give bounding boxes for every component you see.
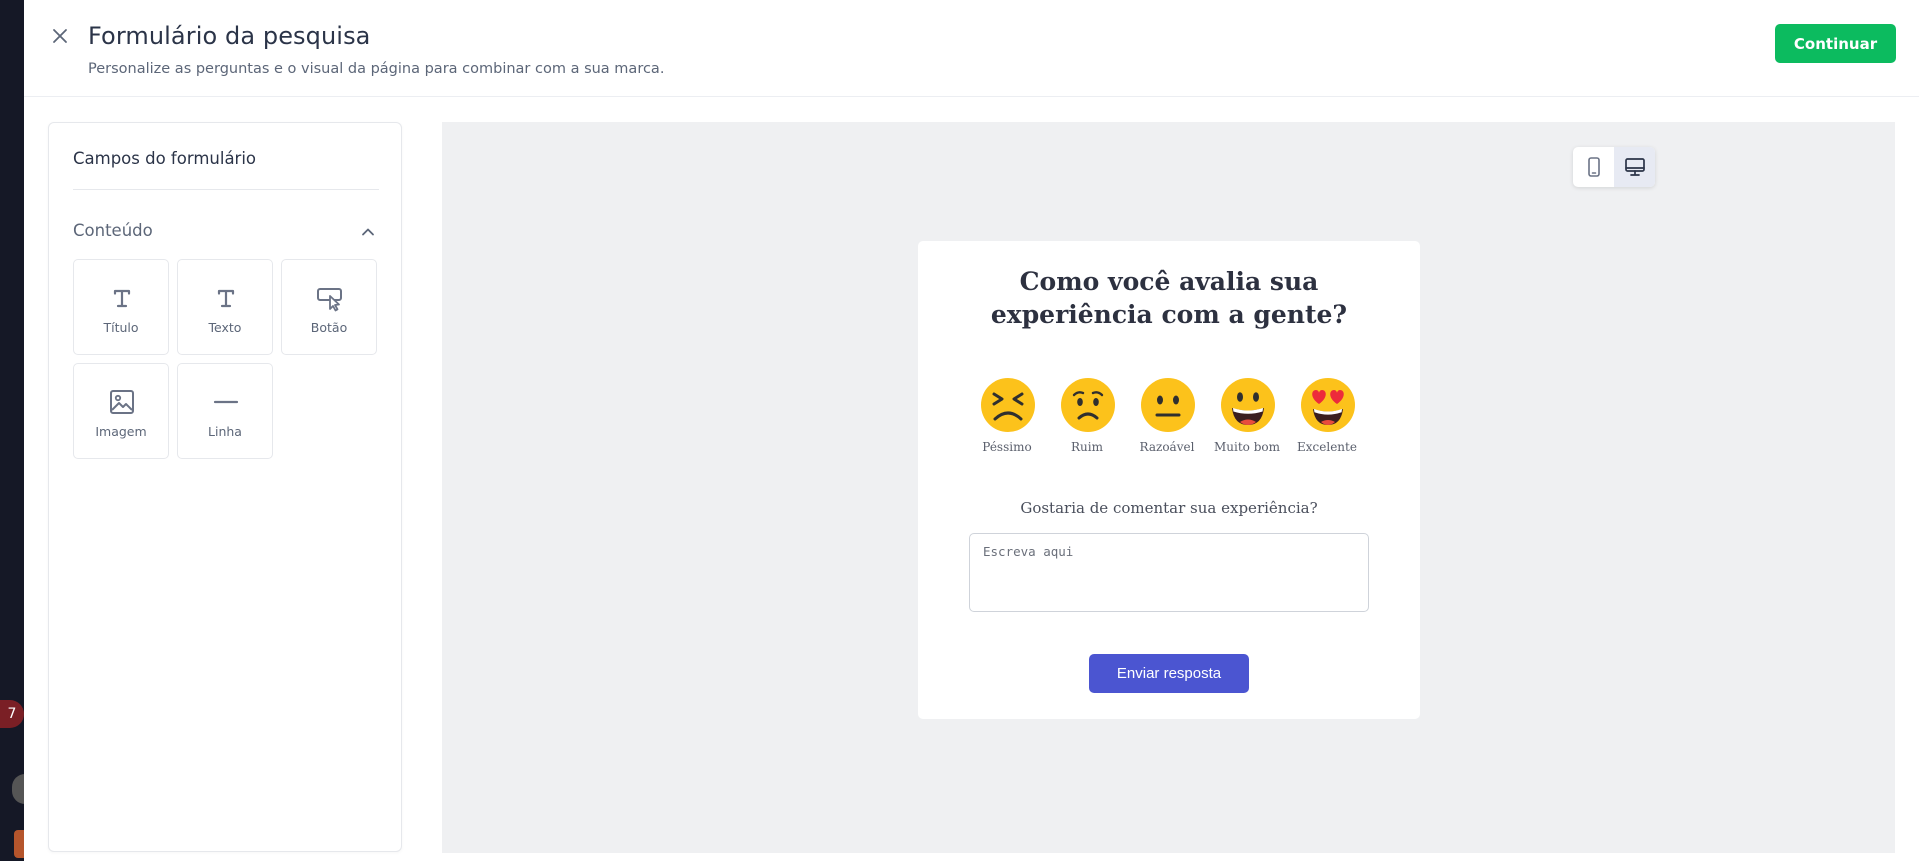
rating-label: Ruim <box>1071 440 1103 454</box>
title-icon <box>113 289 131 308</box>
neutral-face-icon <box>1141 378 1195 432</box>
field-tile-image[interactable]: Imagem <box>73 363 169 459</box>
heart-eyes-face-icon <box>1301 378 1355 432</box>
form-fields-sidebar: Campos do formulário Conteúdo Título Tex… <box>48 122 402 852</box>
field-tile-title[interactable]: Título <box>73 259 169 355</box>
survey-preview-area: Como você avalia sua experiência com a g… <box>442 122 1895 853</box>
survey-question: Como você avalia sua experiência com a g… <box>990 267 1348 329</box>
text-icon <box>217 289 235 308</box>
background-app-strip <box>0 0 24 861</box>
button-icon <box>317 288 342 312</box>
comment-label: Gostaria de comentar sua experiência? <box>1020 499 1318 517</box>
field-tile-line[interactable]: Linha <box>177 363 273 459</box>
sidebar-title: Campos do formulário <box>73 149 257 168</box>
continue-button[interactable]: Continuar <box>1775 24 1896 63</box>
tile-label: Imagem <box>95 424 147 439</box>
editor-header: Formulário da pesquisa Personalize as pe… <box>24 0 1919 97</box>
rating-option-excelente[interactable]: Excelente <box>1297 377 1357 467</box>
field-tile-text[interactable]: Texto <box>177 259 273 355</box>
rating-label: Razoável <box>1139 440 1195 454</box>
image-icon <box>110 390 134 414</box>
tile-label: Botão <box>310 320 348 335</box>
chevron-up-icon <box>362 228 374 236</box>
rating-label: Excelente <box>1297 440 1357 454</box>
page-subtitle: Personalize as perguntas e o visual da p… <box>88 61 665 77</box>
rating-label: Péssimo <box>982 440 1032 454</box>
sidebar-divider <box>73 189 379 190</box>
section-label: Conteúdo <box>73 221 153 240</box>
close-icon <box>53 29 67 43</box>
grinning-face-icon <box>1221 378 1275 432</box>
persevering-face-icon <box>981 378 1035 432</box>
mobile-icon <box>1588 157 1600 177</box>
rating-option-razoavel[interactable]: Razoável <box>1137 377 1197 467</box>
tile-label: Linha <box>208 424 242 439</box>
rating-option-pessimo[interactable]: Péssimo <box>977 377 1037 467</box>
rating-emoji-row: Péssimo Ruim Razoável Muito bom Excelent… <box>977 377 1361 467</box>
device-toggle <box>1573 147 1655 187</box>
rating-option-muito-bom[interactable]: Muito bom <box>1214 377 1280 467</box>
desktop-view-button[interactable] <box>1614 147 1655 187</box>
field-tile-button[interactable]: Botão <box>281 259 377 355</box>
frowning-face-icon <box>1061 378 1115 432</box>
survey-card: Como você avalia sua experiência com a g… <box>918 241 1420 719</box>
comment-textarea[interactable] <box>969 533 1369 612</box>
close-button[interactable] <box>48 24 72 48</box>
tile-label: Texto <box>208 320 242 335</box>
page-title: Formulário da pesquisa <box>88 22 371 50</box>
rating-label: Muito bom <box>1214 440 1280 454</box>
rating-option-ruim[interactable]: Ruim <box>1057 377 1117 467</box>
submit-response-button[interactable]: Enviar resposta <box>1089 654 1249 693</box>
line-icon <box>213 400 239 404</box>
mobile-view-button[interactable] <box>1573 147 1614 187</box>
tile-label: Título <box>103 320 139 335</box>
desktop-icon <box>1625 158 1645 176</box>
content-section-toggle[interactable]: Conteúdo <box>73 217 379 247</box>
survey-form-editor-panel: Formulário da pesquisa Personalize as pe… <box>24 0 1919 861</box>
